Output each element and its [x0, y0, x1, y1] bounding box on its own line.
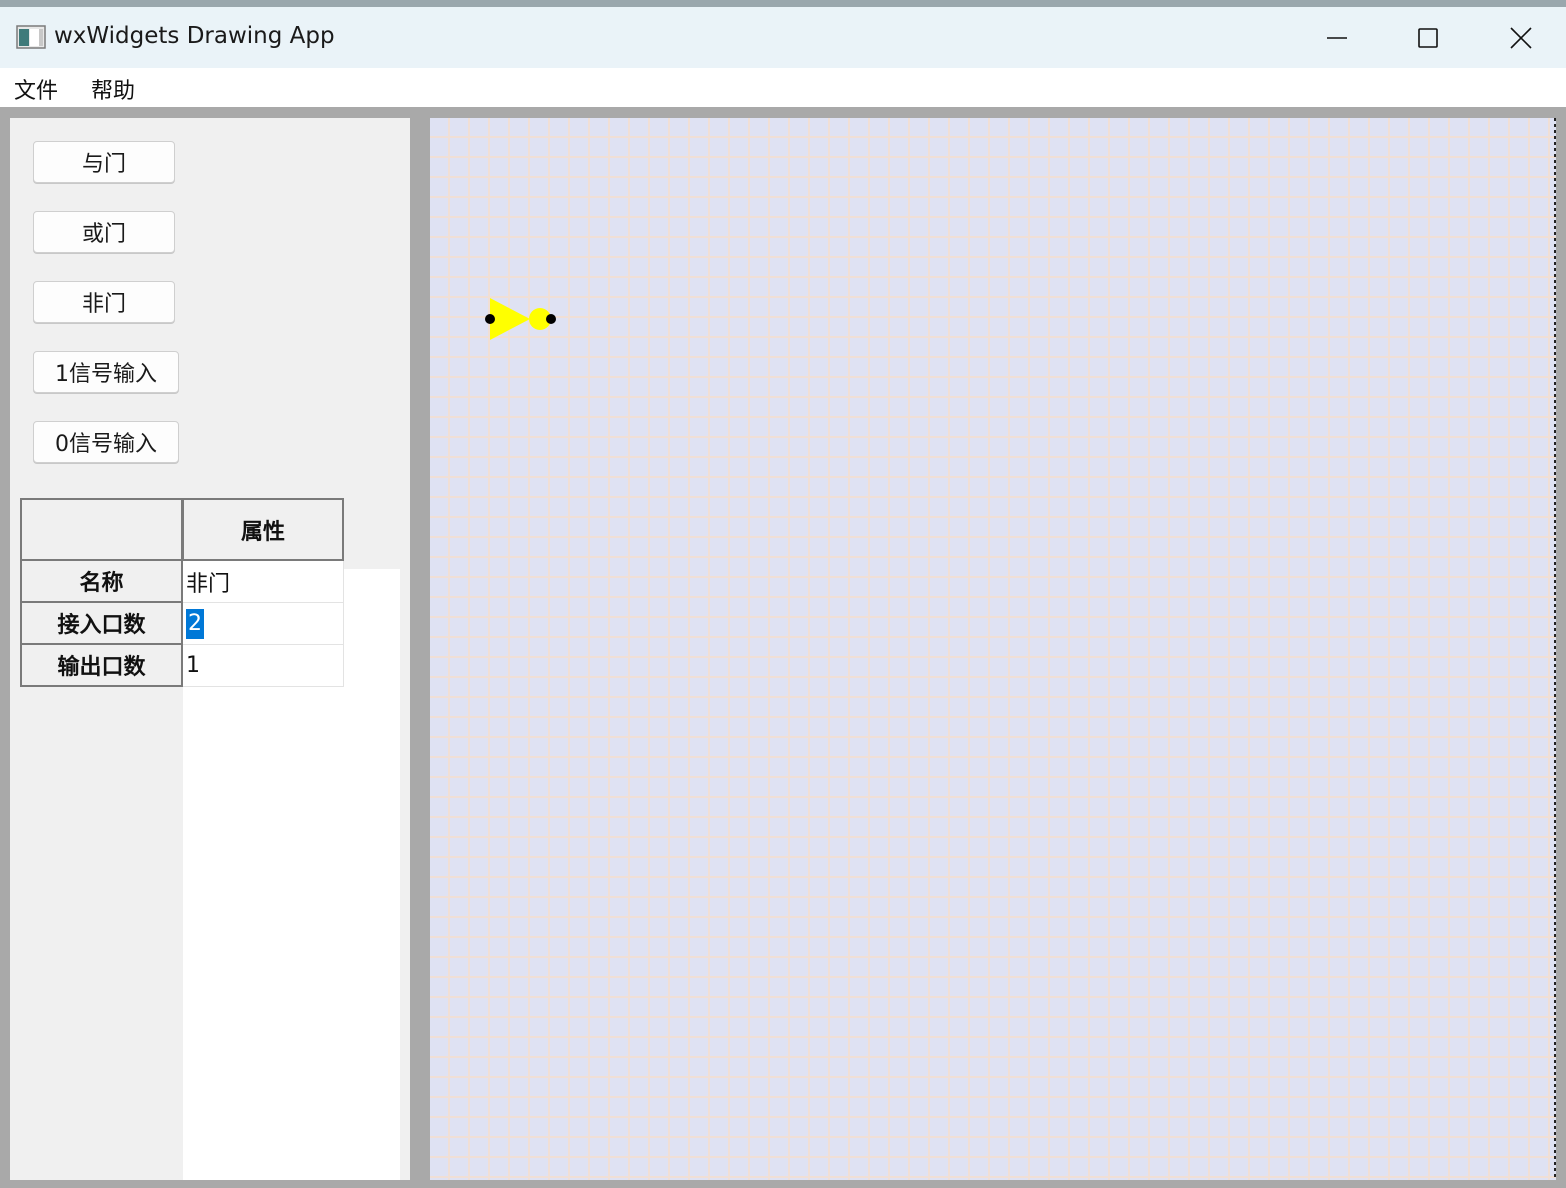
minimize-icon	[1327, 36, 1347, 39]
tool-panel: 与门 或门 非门 1信号输入 0信号输入 属性 名称 非门 接入口数 2 输出口…	[10, 118, 410, 1180]
signal-one-input-button[interactable]: 1信号输入	[33, 351, 179, 393]
not-gate-component[interactable]	[430, 118, 1556, 1180]
close-icon	[1510, 26, 1532, 49]
app-window: wxWidgets Drawing App 文件 帮助 与门 或门 非门 1信号…	[0, 7, 1566, 1188]
value-name[interactable]: 非门	[183, 561, 344, 603]
drawing-canvas[interactable]	[430, 118, 1556, 1180]
value-input-ports[interactable]: 2	[183, 603, 344, 645]
canvas-border	[1554, 118, 1556, 1180]
minimize-button[interactable]	[1292, 7, 1382, 68]
column-header[interactable]: 属性	[182, 498, 344, 561]
row-label-input-ports[interactable]: 接入口数	[20, 603, 183, 645]
input-pin[interactable]	[485, 314, 495, 324]
title-bar[interactable]: wxWidgets Drawing App	[0, 7, 1566, 68]
value-output-ports[interactable]: 1	[183, 645, 344, 687]
value-input-ports-editor[interactable]: 2	[186, 608, 204, 639]
signal-zero-input-button[interactable]: 0信号输入	[33, 421, 179, 463]
output-pin[interactable]	[546, 314, 556, 324]
app-icon	[16, 25, 46, 49]
or-gate-button[interactable]: 或门	[33, 211, 175, 253]
and-gate-button[interactable]: 与门	[33, 141, 175, 183]
grid-corner	[20, 498, 183, 561]
row-label-output-ports[interactable]: 输出口数	[20, 645, 183, 687]
menu-help[interactable]: 帮助	[89, 73, 137, 105]
close-button[interactable]	[1476, 7, 1566, 68]
not-gate-body[interactable]	[490, 298, 530, 340]
menu-bar: 文件 帮助	[0, 68, 1566, 107]
menu-file[interactable]: 文件	[12, 73, 60, 105]
maximize-icon	[1418, 27, 1438, 48]
row-label-name[interactable]: 名称	[20, 561, 183, 603]
not-gate-button[interactable]: 非门	[33, 281, 175, 323]
maximize-button[interactable]	[1383, 7, 1473, 68]
window-title: wxWidgets Drawing App	[54, 23, 335, 49]
